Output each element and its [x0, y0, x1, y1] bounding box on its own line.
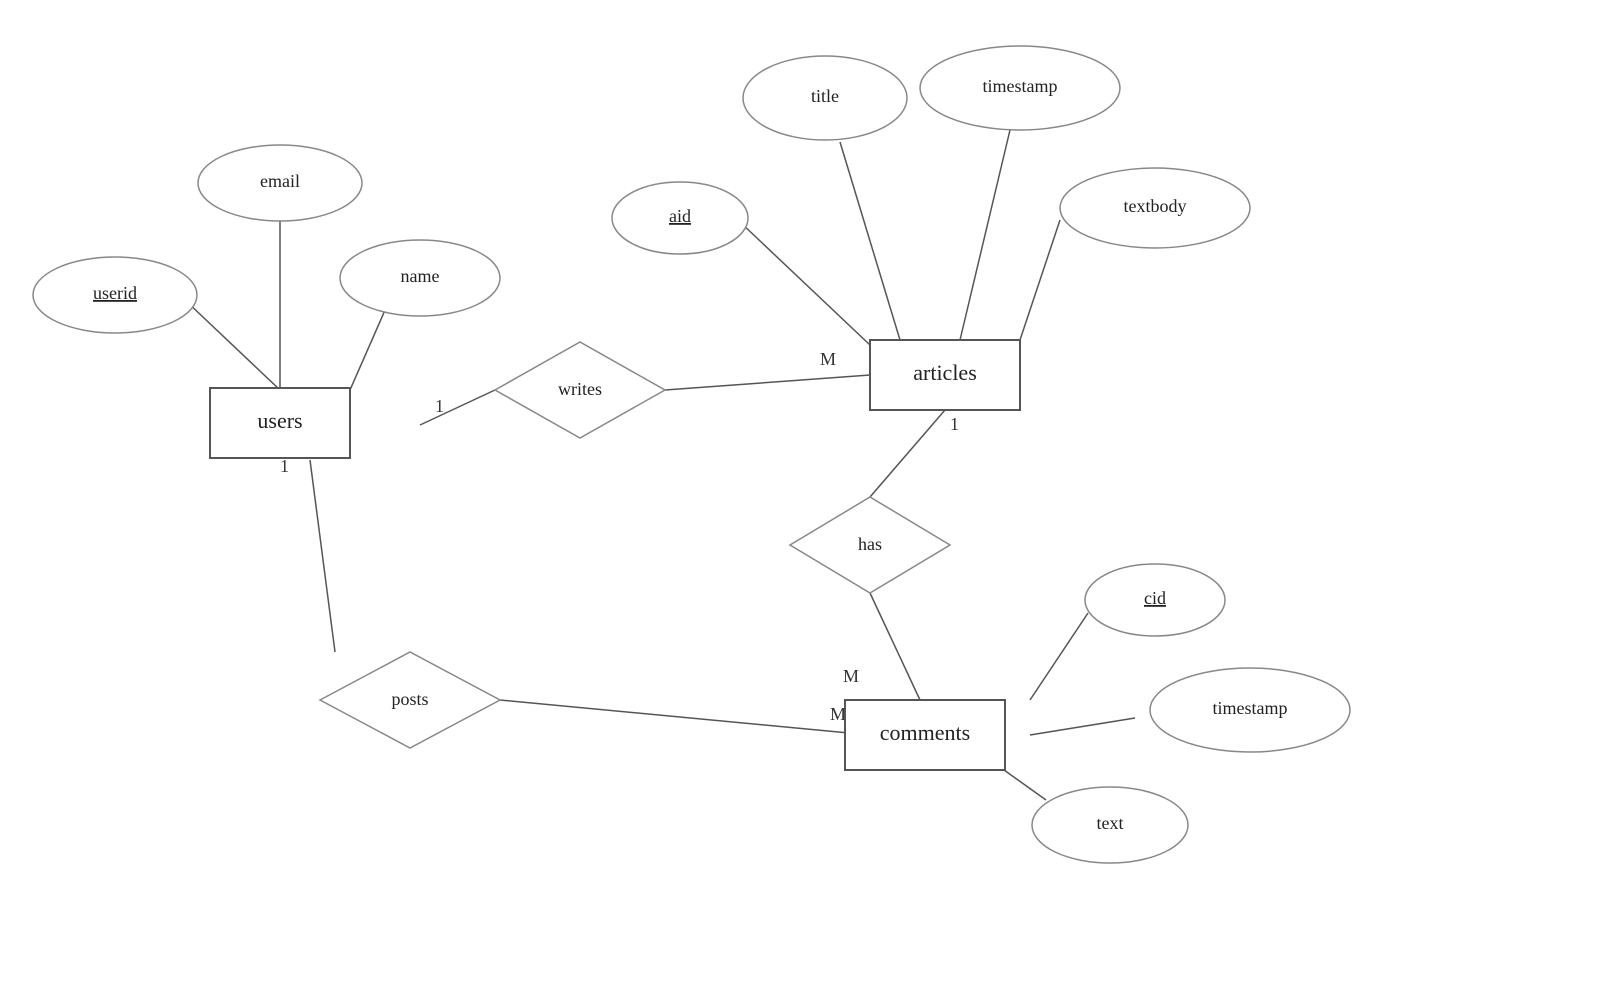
entity-users-label: users	[257, 408, 302, 433]
attr-timestamp-articles-label: timestamp	[983, 76, 1058, 96]
card-posts-comments: M	[830, 704, 846, 724]
attr-title-label: title	[811, 86, 839, 106]
relationship-has-label: has	[858, 534, 882, 554]
attr-cid-label: cid	[1144, 588, 1166, 608]
entity-comments-label: comments	[880, 720, 970, 745]
attr-email-label: email	[260, 171, 300, 191]
attr-userid-label: userid	[93, 283, 137, 303]
attr-timestamp-comments-label: timestamp	[1213, 698, 1288, 718]
attr-name-label: name	[401, 266, 440, 286]
entity-articles-label: articles	[913, 360, 977, 385]
er-diagram: 1 M 1 M 1 M writes has posts users artic…	[0, 0, 1606, 998]
attr-aid-label: aid	[669, 206, 691, 226]
relationship-writes-label: writes	[558, 379, 602, 399]
attr-text-label: text	[1097, 813, 1124, 833]
card-has-comments: M	[843, 666, 859, 686]
card-articles-has: 1	[950, 414, 959, 434]
card-users-writes: 1	[435, 396, 444, 416]
card-writes-articles: M	[820, 349, 836, 369]
relationship-posts-label: posts	[391, 689, 428, 709]
attr-textbody-label: textbody	[1124, 196, 1187, 216]
